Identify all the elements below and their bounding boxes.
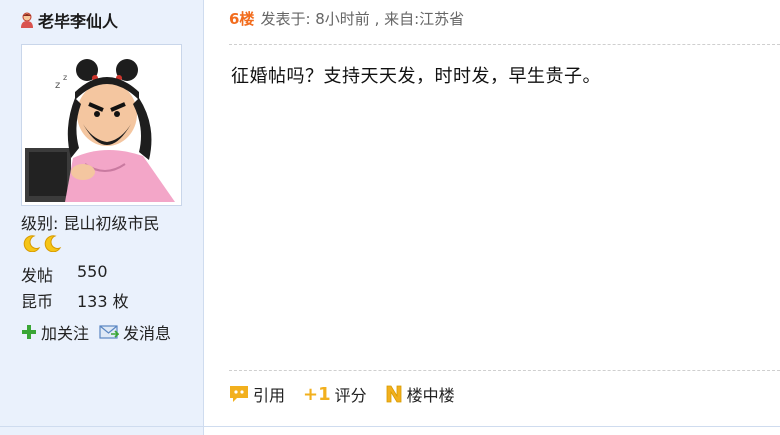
post-meta: 6楼 发表于: 8小时前 , 来自:江苏省 xyxy=(229,8,464,29)
author-name[interactable]: 老毕李仙人 xyxy=(38,8,118,32)
message-button[interactable]: 发消息 xyxy=(99,320,171,344)
divider xyxy=(229,44,780,45)
reply-in-floor-button[interactable]: 楼中楼 xyxy=(385,382,455,406)
svg-text:z: z xyxy=(63,73,67,82)
stat-coins: 昆币 133 枚 xyxy=(21,288,129,312)
post-time-location: 发表于: 8小时前 , 来自:江苏省 xyxy=(260,10,465,28)
level-value: 昆山初级市民 xyxy=(63,214,160,233)
level-label: 级别: xyxy=(21,214,59,233)
author-level: 级别: 昆山初级市民 xyxy=(21,210,160,234)
stat-posts: 发帖 550 xyxy=(21,262,108,286)
quote-button[interactable]: 引用 xyxy=(229,382,285,406)
post-body: 6楼 发表于: 8小时前 , 来自:江苏省 征婚帖吗？支持天天发，时时发，早生贵… xyxy=(205,0,780,435)
avatar[interactable]: z z xyxy=(21,44,182,206)
follow-label: 加关注 xyxy=(41,324,90,343)
quote-label: 引用 xyxy=(253,386,286,405)
post-toolbar: 引用 +1 评分 楼中楼 xyxy=(229,382,455,406)
author-sidebar: 老毕李仙人 z z 级别: 昆山初级市民 发帖 550 昆币 133 枚 加关注… xyxy=(0,0,204,435)
plus-one-icon: +1 xyxy=(303,383,331,405)
rate-label: 评分 xyxy=(334,386,367,405)
svg-text:z: z xyxy=(55,80,60,91)
floor-number[interactable]: 6楼 xyxy=(229,8,254,29)
envelope-icon xyxy=(99,325,120,339)
message-label: 发消息 xyxy=(123,324,172,343)
quote-icon xyxy=(230,386,248,402)
level-badges xyxy=(21,234,62,252)
moon-icon xyxy=(44,235,62,252)
n-icon xyxy=(386,385,402,403)
reply-label: 楼中楼 xyxy=(406,386,455,405)
avatar-image: z z xyxy=(25,48,178,202)
user-icon xyxy=(21,12,33,28)
author-actions: 加关注 发消息 xyxy=(21,320,171,344)
divider xyxy=(0,426,780,427)
stat-label: 发帖 xyxy=(21,266,54,285)
plus-icon xyxy=(22,325,36,339)
moon-icon xyxy=(23,235,41,252)
stat-label: 昆币 xyxy=(21,292,54,311)
divider xyxy=(229,370,780,371)
stat-value: 550 xyxy=(77,262,108,281)
post-content: 征婚帖吗？支持天天发，时时发，早生贵子。 xyxy=(231,66,601,87)
author-header: 老毕李仙人 xyxy=(20,8,118,32)
stat-value: 133 枚 xyxy=(77,292,129,311)
rate-button[interactable]: +1 评分 xyxy=(303,382,367,406)
follow-button[interactable]: 加关注 xyxy=(21,320,89,344)
